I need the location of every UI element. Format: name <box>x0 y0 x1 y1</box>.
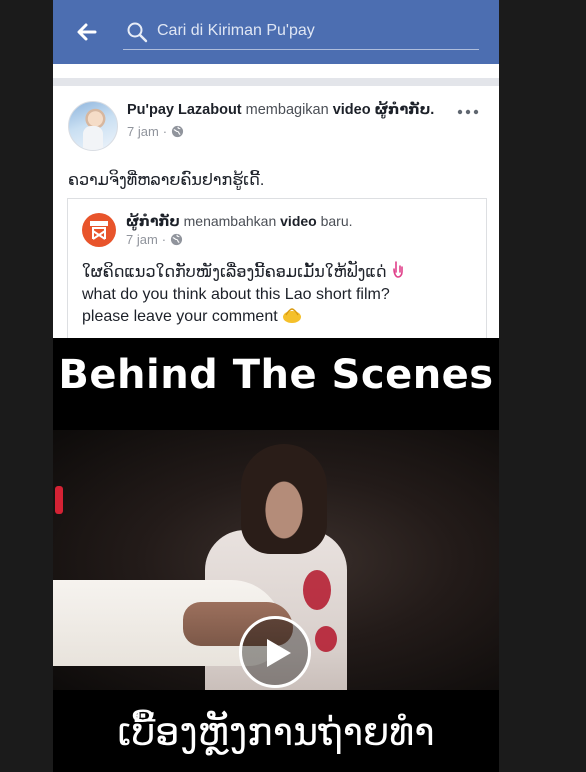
video-frame <box>53 430 499 690</box>
video-link[interactable]: video <box>333 102 371 118</box>
blood-stain <box>303 570 331 610</box>
shared-meta: 7 jam · <box>126 232 183 247</box>
search-icon <box>127 22 148 43</box>
blood-stain <box>315 626 337 652</box>
video-player[interactable]: Behind The Scenes ເບື້ອງຫຼັງການຖ່າຍທຳ <box>53 338 499 772</box>
avatar-figure <box>83 126 103 150</box>
pointing-down-hand-icon <box>392 261 403 278</box>
shared-separator: · <box>161 232 167 247</box>
shared-time[interactable]: 7 jam <box>126 232 158 247</box>
globe-icon <box>172 125 184 138</box>
shared-line-2: what do you think about this Lao short f… <box>82 286 390 303</box>
shared-suffix: baru. <box>316 213 353 229</box>
search-placeholder: Cari di Kiriman Pu'pay <box>157 22 315 39</box>
shared-post-text: ໃຜຄິດແນວໃດກັບໜັງເລື່ອງນີ້ຄອມເມັ້ນໃຫ້ຟັງແ… <box>82 261 478 328</box>
page-avatar[interactable] <box>82 213 116 247</box>
post-attribution: Pu'pay Lazabout membagikan video ຜູ້ກຳກັ… <box>127 102 434 118</box>
red-light <box>55 486 63 514</box>
play-icon <box>267 639 291 667</box>
post-header: Pu'pay Lazabout membagikan video ຜູ້ກຳກັ… <box>53 86 499 156</box>
shared-post-card: ຜູ້ກຳກັບ menambahkan video baru. 7 jam ·… <box>67 198 487 339</box>
shared-attribution: ຜູ້ກຳກັບ menambahkan video baru. <box>126 213 353 230</box>
shared-line-1: ໃຜຄິດແນວໃດກັບໜັງເລື່ອງນີ້ຄອມເມັ້ນໃຫ້ຟັງແ… <box>82 261 478 284</box>
post-meta: 7 jam · <box>127 124 184 139</box>
post-text: ຄວາມຈິງທີ່ຫລາຍຄົນຢາກຮູ້ເດີ້. <box>68 172 265 189</box>
hands-emoji-icon <box>282 308 301 323</box>
author-avatar[interactable] <box>68 101 118 151</box>
author-name-link[interactable]: Pu'pay Lazabout <box>127 102 242 118</box>
back-arrow-icon[interactable] <box>75 20 99 44</box>
director-chair-icon <box>90 221 108 240</box>
meta-separator: · <box>162 124 168 139</box>
attribution-action: membagikan <box>241 102 333 118</box>
globe-icon <box>171 233 183 246</box>
play-button[interactable] <box>239 616 311 688</box>
shared-video-link[interactable]: video <box>280 213 317 229</box>
shared-line-3: please leave your comment <box>82 306 478 328</box>
top-search-bar: Cari di Kiriman Pu'pay <box>53 0 499 64</box>
more-options-icon[interactable] <box>457 108 479 116</box>
figure-head <box>241 444 327 554</box>
shared-action: menambahkan <box>179 213 281 229</box>
shared-from-link[interactable]: ຜູ້ກຳກັບ. <box>371 102 435 118</box>
video-title-overlay: Behind The Scenes <box>58 352 494 398</box>
page-name-link[interactable]: ຜູ້ກຳກັບ <box>126 213 180 229</box>
section-divider <box>53 78 499 86</box>
phone-screen: Cari di Kiriman Pu'pay Pu'pay Lazabout m… <box>53 0 499 772</box>
video-caption-overlay: ເບື້ອງຫຼັງການຖ່າຍທຳ <box>117 710 435 754</box>
search-input[interactable]: Cari di Kiriman Pu'pay <box>123 15 479 50</box>
post-time[interactable]: 7 jam <box>127 124 159 139</box>
